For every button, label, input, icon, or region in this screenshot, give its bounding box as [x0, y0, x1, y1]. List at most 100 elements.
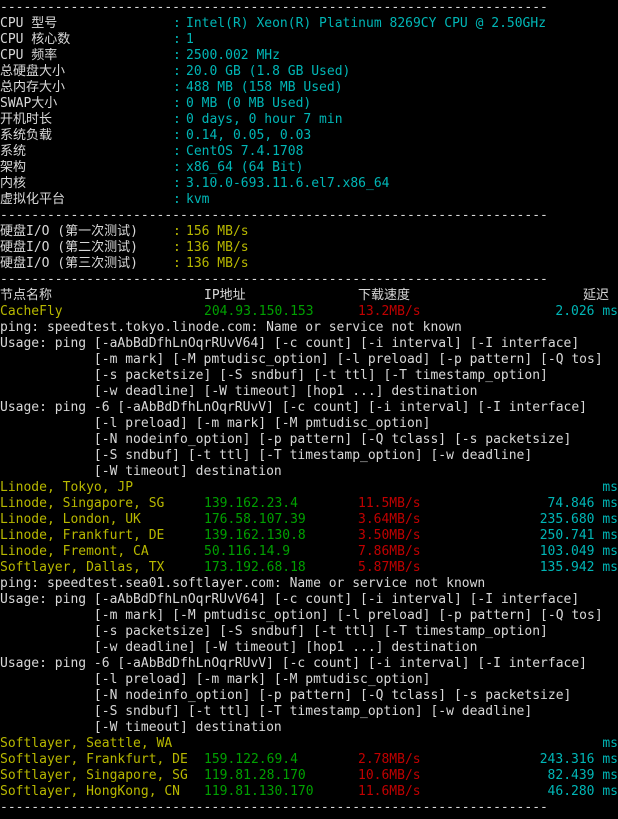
system-info-row: CPU 核心数:1 — [0, 32, 618, 48]
ping-usage-line: Usage: ping [-aAbBdDfhLnOqrRUvV64] [-c c… — [0, 592, 580, 607]
node-name: Linode, Tokyo, JP — [0, 480, 134, 495]
system-info-value: 0 days, 0 hour 7 min — [186, 112, 343, 127]
node-name: Softlayer, Singapore, SG — [0, 768, 188, 783]
node-latency: 235.680 ms — [539, 512, 618, 527]
speedtest-table-header: 节点名称 IP地址 下载速度 延迟 — [0, 288, 618, 304]
system-info-value: CentOS 7.4.1708 — [186, 144, 304, 159]
system-info-label: 总硬盘大小 — [0, 64, 66, 79]
ping-usage-line: [-m mark] [-M pmtudisc_option] [-l prelo… — [0, 352, 603, 367]
node-ip: 173.192.68.18 — [204, 560, 306, 575]
softlayer-ping-error: ping: speedtest.sea01.softlayer.com: Nam… — [0, 576, 486, 591]
disk-io-colon: : — [173, 256, 181, 271]
node-speed: 5.87MB/s — [358, 560, 421, 575]
ping-usage-block-2: Usage: ping [-aAbBdDfhLnOqrRUvV64] [-c c… — [0, 592, 618, 736]
system-info-value: x86_64 (64 Bit) — [186, 160, 304, 175]
system-info-colon: : — [173, 96, 181, 111]
node-name: Linode, Singapore, SG — [0, 496, 165, 511]
node-latency: 103.049 ms — [539, 544, 618, 559]
system-info-colon: : — [173, 80, 181, 95]
node-name: Softlayer, Dallas, TX — [0, 560, 165, 575]
ping-usage-line: Usage: ping -6 [-aAbBdDfhLnOqrRUvV] [-c … — [0, 656, 587, 671]
table-row-cachefly: CacheFly 204.93.150.153 13.2MB/s 2.026 m… — [0, 304, 618, 320]
system-info-row: CPU 型号: Intel(R) Xeon(R) Platinum 8269CY … — [0, 16, 618, 32]
system-info-row: CPU 频率:2500.002 MHz — [0, 48, 618, 64]
separator-line-after-sysinfo: ----------------------------------------… — [0, 208, 548, 223]
system-info-label: CPU 型号 — [0, 16, 58, 31]
system-info-label: CPU 频率 — [0, 48, 58, 63]
node-ip: 50.116.14.9 — [204, 544, 291, 559]
system-info-colon: : — [173, 16, 181, 31]
node-speed: 3.64MB/s — [358, 512, 421, 527]
table-row: Linode, London, UK 176.58.107.39 3.64MB/s 2… — [0, 512, 618, 528]
disk-io-label: 硬盘I/O (第三次测试) — [0, 256, 138, 271]
system-info-value: kvm — [186, 192, 210, 207]
ping-usage-line: Usage: ping -6 [-aAbBdDfhLnOqrRUvV] [-c … — [0, 400, 587, 415]
ping-usage-line: [-W timeout] destination — [0, 464, 282, 479]
system-info-value: 0.14, 0.05, 0.03 — [186, 128, 312, 143]
header-ip-address: IP地址 — [204, 288, 246, 303]
system-info-value: 20.0 GB (1.8 GB Used) — [186, 64, 351, 79]
system-info-value: 1 — [186, 32, 194, 47]
system-info-block: CPU 型号: Intel(R) Xeon(R) Platinum 8269CY … — [0, 16, 618, 208]
table-row: Linode, Tokyo, JP ms — [0, 480, 618, 496]
ping-usage-line: [-S sndbuf] [-t ttl] [-T timestamp_optio… — [0, 704, 533, 719]
node-speed: 11.5MB/s — [358, 496, 421, 511]
node-latency: 46.280 ms — [547, 784, 618, 799]
system-info-value: 488 MB (158 MB Used) — [186, 80, 343, 95]
system-info-label: 开机时长 — [0, 112, 53, 127]
table-row: Linode, Fremont, CA 50.116.14.9 7.86MB/s 10… — [0, 544, 618, 560]
system-info-row: 架构: x86_64 (64 Bit) — [0, 160, 618, 176]
ping-usage-line: [-s packetsize] [-S sndbuf] [-t ttl] [-T… — [0, 624, 548, 639]
node-latency: ms — [602, 736, 618, 751]
ping-usage-line: [-l preload] [-m mark] [-M pmtudisc_opti… — [0, 416, 431, 431]
ping-usage-line: [-N nodeinfo_option] [-p pattern] [-Q tc… — [0, 688, 572, 703]
header-latency: 延迟 — [582, 288, 609, 303]
ping-usage-line: [-l preload] [-m mark] [-M pmtudisc_opti… — [0, 672, 431, 687]
system-info-row: 内核:3.10.0-693.11.6.el7.x86_64 — [0, 176, 618, 192]
system-info-colon: : — [173, 32, 181, 47]
disk-io-label: 硬盘I/O (第一次测试) — [0, 224, 138, 239]
node-ip — [204, 736, 358, 752]
table-row: Linode, Frankfurt, DE 139.162.130.8 3.50MB… — [0, 528, 618, 544]
softlayer-results-block: Softlayer, Seattle, WA ms Softlayer, Frank… — [0, 736, 618, 800]
node-name: Softlayer, Seattle, WA — [0, 736, 173, 751]
node-name: Linode, Frankfurt, DE — [0, 528, 165, 543]
table-row: Softlayer, Dallas, TX 173.192.68.18 5.87MB… — [0, 560, 618, 576]
linode-ping-error: ping: speedtest.tokyo.linode.com: Name o… — [0, 320, 462, 335]
terminal-output: ----------------------------------------… — [0, 0, 618, 816]
disk-io-row: 硬盘I/O (第一次测试):156 MB/s — [0, 224, 618, 240]
disk-io-label: 硬盘I/O (第二次测试) — [0, 240, 138, 255]
disk-io-colon: : — [173, 224, 181, 239]
system-info-colon: : — [173, 176, 181, 191]
system-info-label: SWAP大小 — [0, 96, 58, 111]
node-latency: 2.026 ms — [555, 304, 618, 319]
node-ip — [204, 480, 358, 496]
node-latency: 82.439 ms — [547, 768, 618, 783]
node-latency: 135.942 ms — [539, 560, 618, 575]
disk-io-row: 硬盘I/O (第三次测试):136 MB/s — [0, 256, 618, 272]
table-row: Softlayer, HongKong, CN 119.81.130.170 11.… — [0, 784, 618, 800]
ping-usage-line: [-s packetsize] [-S sndbuf] [-t ttl] [-T… — [0, 368, 548, 383]
separator-line-after-diskio: ----------------------------------------… — [0, 272, 548, 287]
system-info-label: 系统负载 — [0, 128, 53, 143]
node-name: Linode, Fremont, CA — [0, 544, 149, 559]
disk-io-value: 136 MB/s — [186, 256, 249, 271]
ping-usage-block-1: Usage: ping [-aAbBdDfhLnOqrRUvV64] [-c c… — [0, 336, 618, 480]
node-latency: ms — [602, 480, 618, 495]
system-info-colon: : — [173, 48, 181, 63]
node-speed: 13.2MB/s — [358, 304, 421, 319]
system-info-colon: : — [173, 192, 181, 207]
node-speed: 11.6MB/s — [358, 784, 421, 799]
ping-usage-line: [-S sndbuf] [-t ttl] [-T timestamp_optio… — [0, 448, 533, 463]
node-ip: 139.162.130.8 — [204, 528, 306, 543]
header-download-speed: 下载速度 — [358, 288, 411, 303]
system-info-row: SWAP大小:0 MB (0 MB Used) — [0, 96, 618, 112]
system-info-colon: : — [173, 128, 181, 143]
system-info-row: 系统: CentOS 7.4.1708 — [0, 144, 618, 160]
node-speed — [358, 480, 503, 496]
node-ip: 119.81.28.170 — [204, 768, 306, 783]
node-ip: 139.162.23.4 — [204, 496, 298, 511]
ping-usage-line: [-w deadline] [-W timeout] [hop1 ...] de… — [0, 384, 478, 399]
node-name: Softlayer, HongKong, CN — [0, 784, 181, 799]
system-info-row: 开机时长:0 days, 0 hour 7 min — [0, 112, 618, 128]
